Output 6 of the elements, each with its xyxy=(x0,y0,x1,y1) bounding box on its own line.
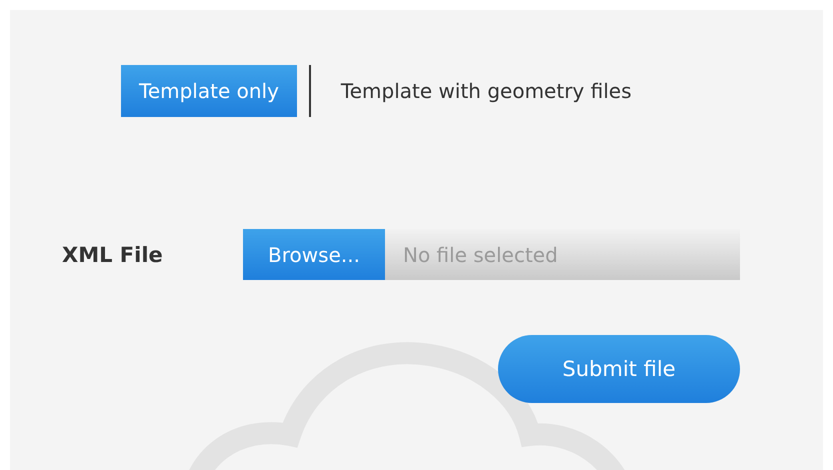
mode-tab[interactable]: Template with geometry files xyxy=(322,65,650,117)
field-label: XML File xyxy=(62,242,164,266)
file-name-field[interactable]: No file selected xyxy=(385,229,740,280)
mode-tab[interactable]: Template only xyxy=(121,65,297,117)
submit-button[interactable]: Submit file xyxy=(498,335,740,403)
browse-button[interactable]: Browse... xyxy=(243,229,385,280)
